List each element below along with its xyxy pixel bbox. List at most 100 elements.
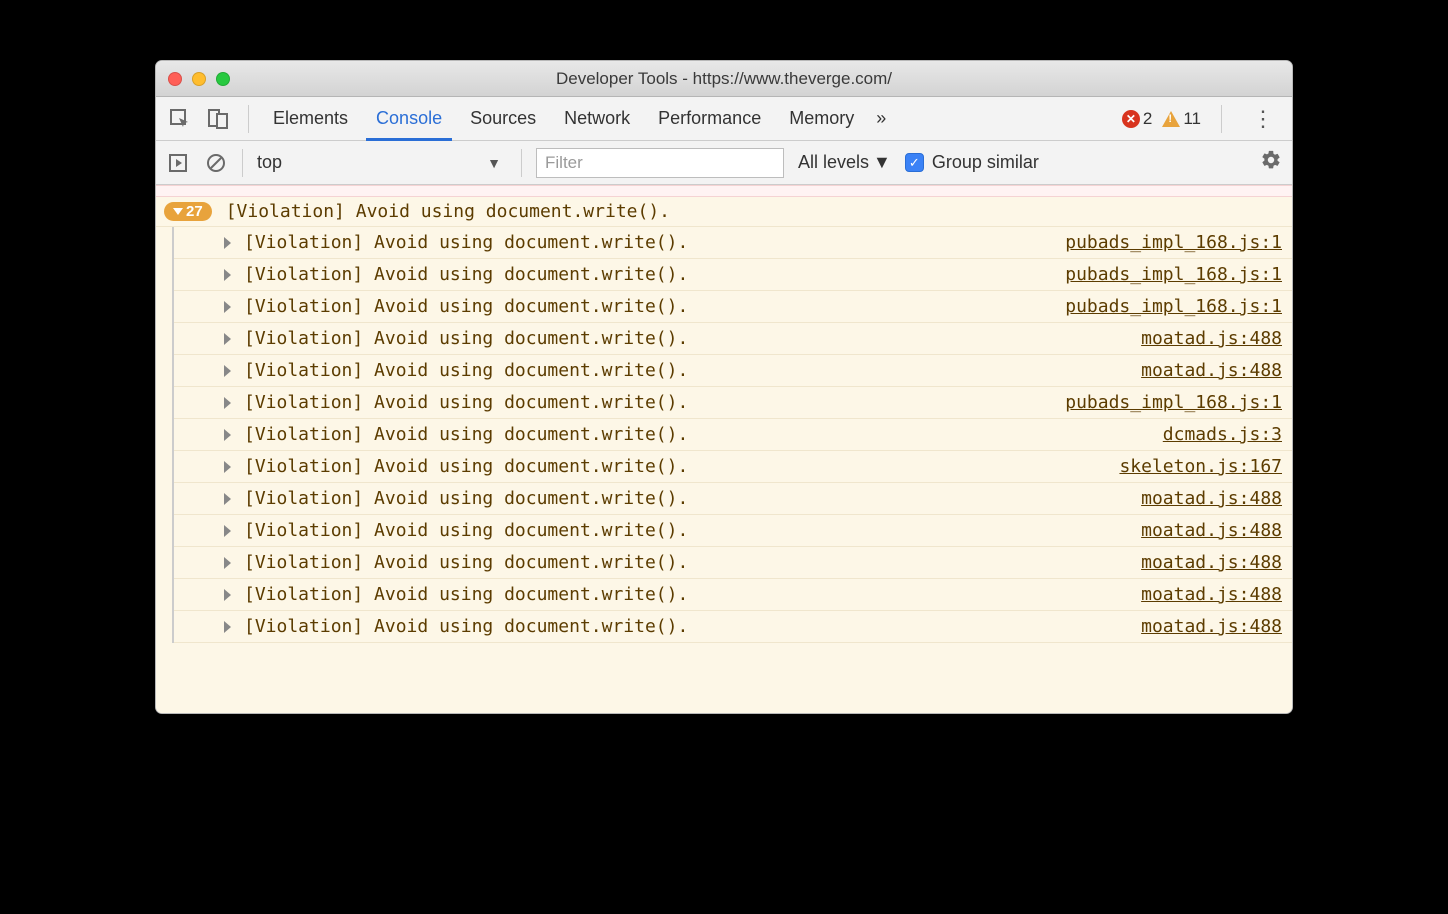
group-count: 27 [186,203,203,220]
devtools-window: Developer Tools - https://www.theverge.c… [155,60,1293,714]
expand-caret-icon[interactable] [224,269,231,281]
settings-menu-icon[interactable]: ⋮ [1242,106,1284,132]
traffic-lights [156,72,230,86]
log-message: [Violation] Avoid using document.write()… [244,232,1065,253]
clear-console-icon[interactable] [204,151,228,175]
expand-caret-icon[interactable] [224,525,231,537]
error-count-badge[interactable]: ✕ 2 [1122,109,1152,129]
expand-caret-icon[interactable] [224,301,231,313]
log-message: [Violation] Avoid using document.write()… [244,616,1141,637]
log-message: [Violation] Avoid using document.write()… [244,584,1141,605]
log-message: [Violation] Avoid using document.write()… [244,520,1141,541]
expand-caret-icon[interactable] [224,333,231,345]
log-message: [Violation] Avoid using document.write()… [244,424,1163,445]
expand-caret-icon[interactable] [224,429,231,441]
console-log-row: [Violation] Avoid using document.write()… [174,387,1292,419]
tab-performance[interactable]: Performance [644,97,775,140]
minimize-window-button[interactable] [192,72,206,86]
log-source-link[interactable]: pubads_impl_168.js:1 [1065,264,1282,285]
console-log-row: [Violation] Avoid using document.write()… [174,515,1292,547]
console-group-header: 27 [Violation] Avoid using document.writ… [156,197,1292,227]
panel-tablist: ElementsConsoleSourcesNetworkPerformance… [259,97,868,140]
console-output: 27 [Violation] Avoid using document.writ… [156,185,1292,713]
console-log-row: [Violation] Avoid using document.write()… [174,547,1292,579]
warning-count-badge[interactable]: 11 [1162,109,1201,129]
close-window-button[interactable] [168,72,182,86]
chevron-down-icon: ▼ [487,155,501,171]
chevron-down-icon: ▼ [873,152,891,173]
filter-input[interactable] [536,148,784,178]
error-icon: ✕ [1122,110,1140,128]
group-count-badge[interactable]: 27 [164,202,212,221]
divider [521,149,522,177]
tab-network[interactable]: Network [550,97,644,140]
titlebar: Developer Tools - https://www.theverge.c… [156,61,1292,97]
tab-console[interactable]: Console [362,97,456,140]
log-source-link[interactable]: moatad.js:488 [1141,584,1282,605]
group-similar-label: Group similar [932,152,1039,173]
log-message: [Violation] Avoid using document.write()… [244,296,1065,317]
log-message: [Violation] Avoid using document.write()… [244,328,1141,349]
console-log-row: [Violation] Avoid using document.write()… [174,611,1292,643]
tab-sources[interactable]: Sources [456,97,550,140]
expand-caret-icon[interactable] [224,397,231,409]
log-message: [Violation] Avoid using document.write()… [244,488,1141,509]
log-levels-selector[interactable]: All levels ▼ [798,152,891,173]
console-log-row: [Violation] Avoid using document.write()… [174,483,1292,515]
log-source-link[interactable]: moatad.js:488 [1141,488,1282,509]
panel-tabs-row: ElementsConsoleSourcesNetworkPerformance… [156,97,1292,141]
log-source-link[interactable]: moatad.js:488 [1141,616,1282,637]
expand-caret-icon[interactable] [224,365,231,377]
log-source-link[interactable]: skeleton.js:167 [1119,456,1282,477]
log-message: [Violation] Avoid using document.write()… [244,456,1119,477]
console-log-row: [Violation] Avoid using document.write()… [174,227,1292,259]
divider [1221,105,1222,133]
tab-memory[interactable]: Memory [775,97,868,140]
console-log-row: [Violation] Avoid using document.write()… [174,355,1292,387]
console-log-row: [Violation] Avoid using document.write()… [174,291,1292,323]
group-message: [Violation] Avoid using document.write()… [226,201,670,222]
log-source-link[interactable]: moatad.js:488 [1141,552,1282,573]
log-source-link[interactable]: moatad.js:488 [1141,360,1282,381]
log-source-link[interactable]: dcmads.js:3 [1163,424,1282,445]
checkbox-checked-icon: ✓ [905,153,924,172]
log-source-link[interactable]: pubads_impl_168.js:1 [1065,392,1282,413]
console-settings-icon[interactable] [1260,149,1282,177]
window-title: Developer Tools - https://www.theverge.c… [156,69,1292,89]
warning-icon [1162,111,1180,127]
tab-elements[interactable]: Elements [259,97,362,140]
context-selector[interactable]: top ▼ [257,152,507,173]
error-count: 2 [1143,109,1152,129]
log-source-link[interactable]: pubads_impl_168.js:1 [1065,232,1282,253]
expand-caret-icon[interactable] [224,621,231,633]
more-tabs-chevron-icon[interactable]: » [868,108,894,129]
expand-caret-icon[interactable] [224,589,231,601]
console-log-row: [Violation] Avoid using document.write()… [174,451,1292,483]
warning-count: 11 [1183,109,1201,129]
log-message: [Violation] Avoid using document.write()… [244,264,1065,285]
zoom-window-button[interactable] [216,72,230,86]
expand-caret-icon[interactable] [224,461,231,473]
log-source-link[interactable]: pubads_impl_168.js:1 [1065,296,1282,317]
divider [242,149,243,177]
group-similar-toggle[interactable]: ✓ Group similar [905,152,1039,173]
console-log-row: [Violation] Avoid using document.write()… [174,419,1292,451]
expand-caret-icon[interactable] [224,557,231,569]
log-message: [Violation] Avoid using document.write()… [244,552,1141,573]
console-toolbar: top ▼ All levels ▼ ✓ Group similar [156,141,1292,185]
console-log-row: [Violation] Avoid using document.write()… [174,259,1292,291]
levels-label: All levels [798,152,869,173]
log-message: [Violation] Avoid using document.write()… [244,392,1065,413]
chevron-down-icon [173,208,183,215]
context-value: top [257,152,282,173]
log-message: [Violation] Avoid using document.write()… [244,360,1141,381]
log-source-link[interactable]: moatad.js:488 [1141,328,1282,349]
clipped-row [156,185,1292,197]
expand-caret-icon[interactable] [224,237,231,249]
show-sidebar-icon[interactable] [166,151,190,175]
expand-caret-icon[interactable] [224,493,231,505]
console-group-children: [Violation] Avoid using document.write()… [172,227,1292,643]
inspect-element-icon[interactable] [168,107,192,131]
log-source-link[interactable]: moatad.js:488 [1141,520,1282,541]
device-toolbar-icon[interactable] [206,107,230,131]
